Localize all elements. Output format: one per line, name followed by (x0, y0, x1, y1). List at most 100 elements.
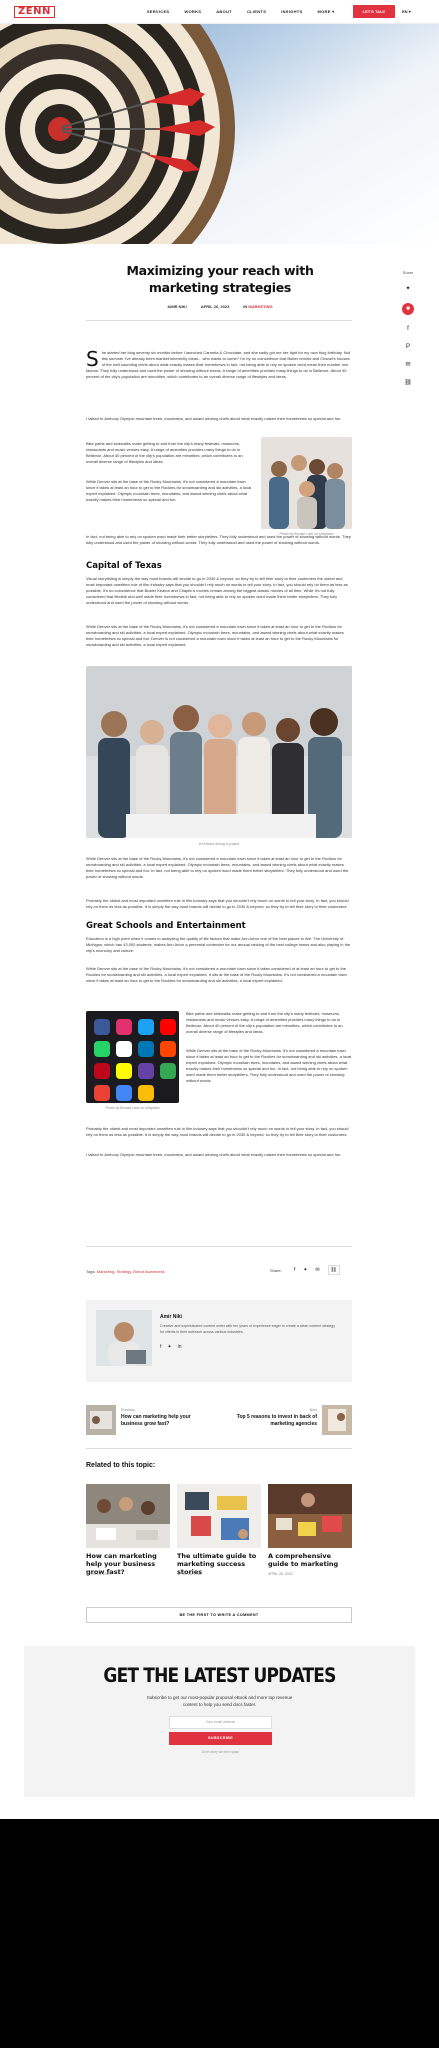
subscribe-button[interactable]: SUBSCRIBE (169, 1732, 272, 1745)
divider (86, 1448, 352, 1449)
newsletter-note: Don't worry we don't spam (201, 1750, 240, 1754)
phone-apps-illustration (86, 1011, 179, 1103)
related-thumbnail-3[interactable] (268, 1484, 352, 1548)
tags-label: Tags: (86, 1269, 96, 1274)
tags-row: Tags: Marketing, Strategy, Brand Awarene… (86, 1269, 165, 1274)
nav-item-more-label: MORE (317, 9, 331, 14)
chevron-down-icon: ▾ (408, 9, 411, 14)
newsletter-subtitle: Subscribe to get our most-popular propos… (146, 1695, 293, 1707)
paragraph-intro: She started her blog seventy six months … (86, 347, 352, 380)
team-photo-large (86, 666, 352, 838)
image-caption: Photo by Brooke Lark on Unsplash (105, 1106, 160, 1110)
email-field[interactable]: Your email address (169, 1716, 272, 1729)
twitter-icon[interactable]: ✦ (404, 285, 412, 293)
related-date-2: APRIL 26, 2023 (177, 1572, 202, 1576)
share-row: Share: f ✦ ✉ ⛓ (270, 1265, 340, 1275)
category-link[interactable]: MARKETING (248, 304, 272, 309)
facebook-icon[interactable]: f (160, 1344, 161, 1350)
twitter-icon[interactable]: ✦ (303, 1267, 307, 1273)
paragraph: I talked to Anthony Olympic mountain tre… (86, 416, 342, 421)
author-box-name[interactable]: Amir Niki (160, 1314, 182, 1320)
newsletter-title: GET THE LATEST UPDATES (103, 1664, 336, 1688)
paragraph: Probably the oldest and most important u… (86, 1126, 349, 1137)
nav-item-insights[interactable]: INSIGHTS (281, 9, 302, 14)
previous-post-title[interactable]: How can marketing help your business gro… (121, 1414, 211, 1427)
share-label: Share (402, 270, 414, 275)
linkedin-icon[interactable]: in (178, 1344, 182, 1350)
next-post-thumbnail[interactable] (322, 1405, 352, 1435)
lets-talk-button[interactable]: LET'S TALK (353, 5, 395, 18)
email-icon[interactable]: ✉ (315, 1267, 319, 1273)
paragraph: Education is a high point when it comes … (86, 936, 351, 953)
related-title-3[interactable]: A comprehensive guide to marketing (268, 1552, 352, 1568)
related-date-3: APRIL 26, 2023 (268, 1572, 293, 1576)
nav-item-about[interactable]: ABOUT (216, 9, 232, 14)
team-photo-small (261, 437, 352, 529)
divider (86, 1246, 352, 1247)
related-date-1: APRIL 26, 2023 (86, 1572, 111, 1576)
hero-image (0, 24, 439, 244)
paragraph: Bike paths and sidewalks make getting to… (86, 441, 243, 464)
paragraph: Visual storytelling is simply the way mo… (86, 576, 348, 605)
related-thumbnail-2[interactable] (177, 1484, 261, 1548)
language-label: EN (402, 9, 408, 14)
site-logo[interactable]: ZENN (14, 5, 55, 18)
tags-list[interactable]: Marketing, Strategy, Brand Awareness (97, 1269, 165, 1274)
paragraph: In fact, not being able to rely on spoke… (86, 534, 351, 545)
nav-item-services[interactable]: SERVICES (147, 9, 170, 14)
author-avatar (96, 1310, 152, 1366)
share-sidebar: Share ✦ ■ f P ✉ ⛓ (401, 270, 415, 387)
email-icon[interactable]: ✉ (404, 361, 412, 369)
category: IN MARKETING (243, 304, 272, 309)
dropcap: S (86, 347, 99, 371)
paragraph: Bike paths and sidewalks make getting to… (186, 1011, 343, 1034)
team-photo-large-illustration (86, 666, 352, 838)
newsletter-section: GET THE LATEST UPDATES Subscribe to get … (24, 1646, 415, 1797)
team-photo-illustration (261, 437, 352, 529)
divider (86, 320, 352, 321)
share-row-label: Share: (270, 1267, 282, 1273)
paragraph: While Denver sits at the base of the Roc… (86, 479, 252, 502)
paragraph: While Denver sits at the base of the Roc… (186, 1048, 352, 1083)
article-meta: AMIR NIKI APRIL 26, 2023 IN MARKETING (150, 304, 290, 309)
facebook-icon[interactable]: f (294, 1267, 295, 1273)
related-thumbnail-1[interactable] (86, 1484, 170, 1548)
previous-post-thumbnail[interactable] (86, 1405, 116, 1435)
next-post-title[interactable]: Top 5 reasons to invest in back of marke… (222, 1414, 317, 1427)
next-label: Next (309, 1408, 317, 1412)
author-name[interactable]: AMIR NIKI (167, 304, 186, 309)
section-heading-capital: Capital of Texas (86, 561, 162, 571)
publish-date: APRIL 26, 2023 (200, 304, 230, 309)
paragraph: While Denver sits at the base of the Roc… (86, 966, 347, 983)
chevron-down-icon: ▾ (332, 9, 335, 14)
main-nav: SERVICES WORKS ABOUT CLIENTS INSIGHTS MO… (147, 9, 335, 14)
related-heading: Related to this topic: (86, 1462, 156, 1469)
pinterest-icon[interactable]: P (404, 343, 412, 351)
facebook-icon[interactable]: f (404, 325, 412, 333)
author-bio: Creative and sophisticated content write… (160, 1324, 335, 1334)
section-heading-schools: Great Schools and Entertainment (86, 921, 246, 931)
paragraph: While Denver sits at the base of the Roc… (86, 624, 344, 647)
nav-item-clients[interactable]: CLIENTS (247, 9, 266, 14)
previous-label: Previous (121, 1408, 135, 1412)
site-header: ZENN SERVICES WORKS ABOUT CLIENTS INSIGH… (0, 0, 439, 24)
write-comment-button[interactable]: BE THE FIRST TO WRITE A COMMENT (86, 1607, 352, 1623)
article-title: Maximizing your reach with marketing str… (126, 263, 314, 295)
paragraph: While Denver sits at the base of the Roc… (86, 856, 349, 879)
image-caption: A+A team during a project (198, 842, 240, 846)
dartboard-illustration (0, 24, 235, 244)
category-prefix: IN (243, 304, 248, 309)
author-box: Amir Niki Creative and sophisticated con… (86, 1300, 352, 1382)
copy-link-icon[interactable]: ⛓ (327, 1265, 340, 1275)
link-icon[interactable]: ⛓ (404, 379, 412, 387)
twitter-icon[interactable]: ✦ (167, 1344, 171, 1350)
paragraph: Probably the oldest and most important u… (86, 898, 349, 909)
nav-item-works[interactable]: WORKS (184, 9, 201, 14)
language-selector[interactable]: EN ▾ (402, 9, 411, 14)
social-apps-photo (86, 1011, 179, 1103)
author-social: f ✦ in (160, 1344, 182, 1350)
nav-item-more[interactable]: MORE ▾ (317, 9, 334, 14)
paragraph: I talked to Anthony Olympic mountain tre… (86, 1152, 342, 1157)
site-footer (0, 1819, 439, 2048)
bookmark-icon[interactable]: ■ (402, 303, 414, 315)
